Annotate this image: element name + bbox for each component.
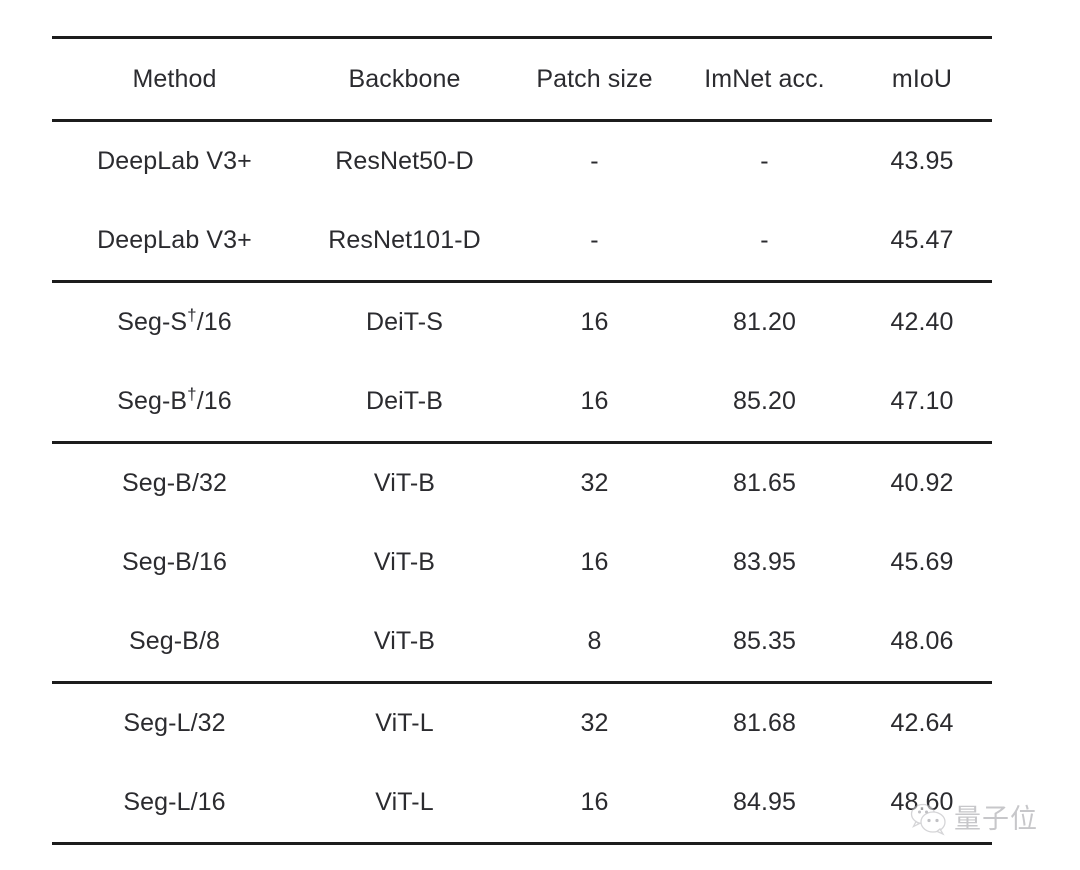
table-row: Seg-B/16 ViT-B 16 83.95 45.69	[52, 523, 992, 602]
cell-miou: 45.69	[890, 548, 954, 576]
dagger-marker: †	[187, 305, 197, 325]
cell-method: DeepLab V3+	[97, 226, 252, 254]
cell-patch-size: 16	[512, 280, 677, 362]
cell-method: Seg-S†/16	[52, 280, 297, 362]
cell-backbone: ViT-L	[297, 763, 512, 845]
table-row: DeepLab V3+ ResNet50-D - - 43.95	[52, 121, 992, 202]
cell-backbone: DeiT-S	[297, 280, 512, 362]
column-header-method: Method	[52, 36, 297, 122]
table-row: DeepLab V3+ ResNet101-D - - 45.47	[52, 201, 992, 282]
cell-backbone: ViT-B	[373, 627, 436, 655]
column-header-miou: mIoU	[852, 36, 992, 122]
results-table-container: Method Backbone Patch size ImNet acc. mIoU D…	[52, 36, 992, 845]
cell-method: Seg-B†/16	[117, 384, 232, 415]
cell-backbone: DeiT-B	[365, 387, 443, 415]
table-row: Seg-L/16 ViT-L 16 84.95 48.60	[52, 763, 992, 845]
cell-method: Seg-B/16	[121, 548, 228, 576]
cell-miou: 43.95	[890, 147, 954, 175]
cell-imnet-acc: 83.95	[732, 548, 797, 576]
cell-imnet-acc: 81.20	[677, 280, 852, 362]
cell-method: Seg-B/32	[52, 441, 297, 523]
column-header-imnet-acc: ImNet acc.	[677, 36, 852, 122]
cell-backbone: ViT-B	[297, 441, 512, 523]
table-row: Seg-S†/16 DeiT-S 16 81.20 42.40	[52, 280, 992, 362]
cell-imnet-acc: -	[760, 226, 769, 254]
cell-patch-size: 16	[512, 763, 677, 845]
dagger-marker: †	[187, 384, 197, 404]
cell-miou: 42.64	[852, 681, 992, 763]
cell-patch-size: 32	[512, 441, 677, 523]
cell-miou: 45.47	[890, 226, 954, 254]
cell-imnet-acc: 81.65	[677, 441, 852, 523]
cell-method: Seg-L/16	[52, 763, 297, 845]
cell-imnet-acc: 85.20	[732, 387, 797, 415]
table-row: Seg-B†/16 DeiT-B 16 85.20 47.10	[52, 362, 992, 443]
table-row: Seg-B/8 ViT-B 8 85.35 48.06	[52, 602, 992, 683]
cell-imnet-acc: -	[760, 147, 769, 175]
cell-patch-size: -	[590, 226, 599, 254]
cell-patch-size: -	[590, 147, 599, 175]
cell-imnet-acc: 85.35	[732, 627, 797, 655]
cell-method: Seg-B/8	[128, 627, 221, 655]
table-header: Method Backbone Patch size ImNet acc. mIoU	[52, 36, 992, 122]
cell-miou: 47.10	[890, 387, 954, 415]
cell-imnet-acc: 84.95	[677, 763, 852, 845]
table-body: DeepLab V3+ ResNet50-D - - 43.95 DeepLab V3+ R…	[52, 121, 992, 845]
cell-patch-size: 16	[580, 387, 609, 415]
cell-miou: 40.92	[852, 441, 992, 523]
column-header-backbone: Backbone	[297, 36, 512, 122]
column-header-patch-size: Patch size	[512, 36, 677, 122]
results-table: Method Backbone Patch size ImNet acc. mIoU D…	[52, 36, 992, 845]
cell-patch-size: 16	[580, 548, 609, 576]
cell-miou: 48.06	[890, 627, 954, 655]
cell-backbone: ViT-L	[297, 681, 512, 763]
cell-imnet-acc: 81.68	[677, 681, 852, 763]
cell-backbone: ResNet101-D	[328, 226, 481, 254]
cell-patch-size: 32	[512, 681, 677, 763]
cell-method: Seg-L/32	[52, 681, 297, 763]
cell-backbone: ResNet50-D	[335, 147, 474, 175]
cell-miou: 42.40	[852, 280, 992, 362]
cell-method: DeepLab V3+	[97, 147, 252, 175]
cell-patch-size: 8	[587, 627, 602, 655]
cell-miou: 48.60	[852, 763, 992, 845]
table-header-row: Method Backbone Patch size ImNet acc. mIoU	[52, 36, 992, 122]
table-row: Seg-L/32 ViT-L 32 81.68 42.64	[52, 681, 992, 763]
cell-backbone: ViT-B	[373, 548, 436, 576]
table-row: Seg-B/32 ViT-B 32 81.65 40.92	[52, 441, 992, 523]
